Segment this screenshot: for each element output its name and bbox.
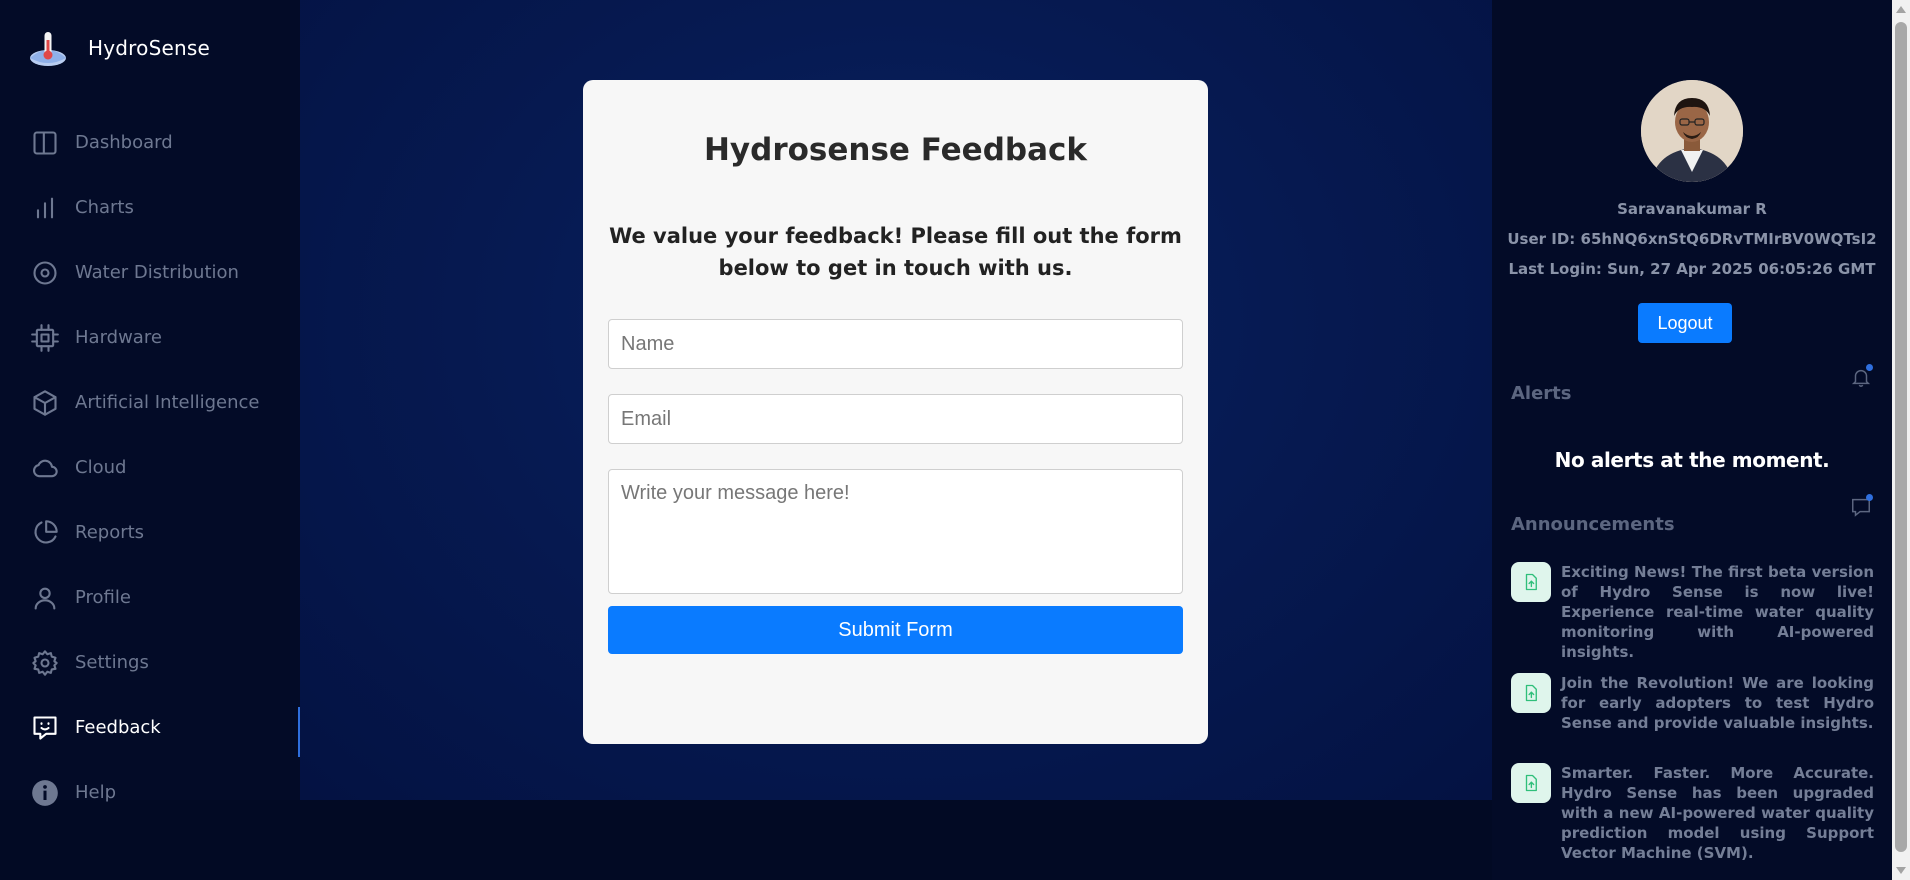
user-name: Saravanakumar R <box>1617 200 1767 218</box>
sidebar-item-feedback[interactable]: Feedback <box>0 695 300 760</box>
pie-chart-icon <box>30 518 60 548</box>
form-description: We value your feedback! Please fill out … <box>609 224 1182 280</box>
app-name: HydroSense <box>88 36 210 60</box>
name-field[interactable] <box>608 319 1183 369</box>
announcement-text: Join the Revolution! We are looking for … <box>1561 674 1874 732</box>
sidebar-item-settings[interactable]: Settings <box>0 630 300 695</box>
avatar[interactable] <box>1641 80 1743 182</box>
sidebar-nav: Dashboard Charts Water Distribution Hard… <box>0 110 300 825</box>
document-upload-icon <box>1511 562 1551 602</box>
sidebar-item-dashboard[interactable]: Dashboard <box>0 110 300 175</box>
alerts-title: Alerts <box>1511 383 1572 404</box>
submit-form-button[interactable]: Submit Form <box>608 606 1183 654</box>
announcement-item[interactable]: Exciting News! The first beta version of… <box>1511 562 1874 662</box>
user-icon <box>30 583 60 613</box>
sidebar-item-help[interactable]: Help <box>0 760 300 825</box>
scroll-down-arrow-icon[interactable] <box>1896 867 1906 874</box>
sidebar-item-artificial-intelligence[interactable]: Artificial Intelligence <box>0 370 300 435</box>
user-id: User ID: 65hNQ6xnStQ6DRvTMIrBV0WQTsI2 <box>1507 230 1877 248</box>
sidebar: HydroSense Dashboard Charts Water Distri… <box>0 0 300 806</box>
scroll-up-arrow-icon[interactable] <box>1896 6 1906 13</box>
sidebar-item-label: Profile <box>75 587 131 608</box>
main-content: Hydrosense Feedback We value your feedba… <box>300 0 1492 800</box>
sidebar-item-label: Hardware <box>75 327 162 348</box>
dashboard-icon <box>30 128 60 158</box>
sidebar-item-cloud[interactable]: Cloud <box>0 435 300 500</box>
announcement-text: Smarter. Faster. More Accurate. Hydro Se… <box>1561 764 1874 862</box>
sidebar-item-charts[interactable]: Charts <box>0 175 300 240</box>
page-scrollbar[interactable] <box>1892 0 1910 880</box>
sidebar-item-reports[interactable]: Reports <box>0 500 300 565</box>
right-panel: Saravanakumar R User ID: 65hNQ6xnStQ6DRv… <box>1492 0 1892 880</box>
bell-icon[interactable] <box>1850 364 1873 388</box>
brand[interactable]: HydroSense <box>28 28 210 68</box>
sidebar-item-label: Dashboard <box>75 132 173 153</box>
sidebar-item-label: Feedback <box>75 717 161 738</box>
sidebar-item-label: Artificial Intelligence <box>75 392 260 413</box>
message-field[interactable] <box>608 469 1183 594</box>
hydrosense-logo-icon <box>30 32 66 66</box>
sidebar-item-label: Settings <box>75 652 149 673</box>
announcement-item[interactable]: Smarter. Faster. More Accurate. Hydro Se… <box>1511 763 1874 863</box>
sidebar-item-label: Cloud <box>75 457 127 478</box>
sidebar-item-water-distribution[interactable]: Water Distribution <box>0 240 300 305</box>
chat-icon[interactable] <box>1850 494 1873 518</box>
last-login: Last Login: Sun, 27 Apr 2025 06:05:26 GM… <box>1508 260 1876 278</box>
gear-icon <box>30 648 60 678</box>
announcements-title: Announcements <box>1511 514 1675 535</box>
notification-dot <box>1866 494 1873 501</box>
sidebar-item-hardware[interactable]: Hardware <box>0 305 300 370</box>
cpu-icon <box>30 323 60 353</box>
sidebar-item-profile[interactable]: Profile <box>0 565 300 630</box>
feedback-card: Hydrosense Feedback We value your feedba… <box>583 80 1208 744</box>
announcement-text: Exciting News! The first beta version of… <box>1561 563 1874 661</box>
sidebar-item-label: Reports <box>75 522 145 543</box>
cloud-icon <box>30 453 60 483</box>
sidebar-item-label: Charts <box>75 197 134 218</box>
document-upload-icon <box>1511 763 1551 803</box>
announcement-item[interactable]: Join the Revolution! We are looking for … <box>1511 673 1874 733</box>
target-icon <box>30 258 60 288</box>
scroll-thumb[interactable] <box>1895 22 1907 852</box>
logout-button[interactable]: Logout <box>1638 303 1732 343</box>
sidebar-item-label: Help <box>75 782 117 803</box>
cube-icon <box>30 388 60 418</box>
feedback-icon <box>30 713 60 743</box>
info-icon <box>30 778 60 808</box>
chart-icon <box>30 193 60 223</box>
sidebar-item-label: Water Distribution <box>75 262 239 283</box>
email-field[interactable] <box>608 394 1183 444</box>
notification-dot <box>1866 364 1873 371</box>
no-alerts-message: No alerts at the moment. <box>1554 448 1830 472</box>
document-upload-icon <box>1511 673 1551 713</box>
form-title: Hydrosense Feedback <box>703 132 1087 168</box>
